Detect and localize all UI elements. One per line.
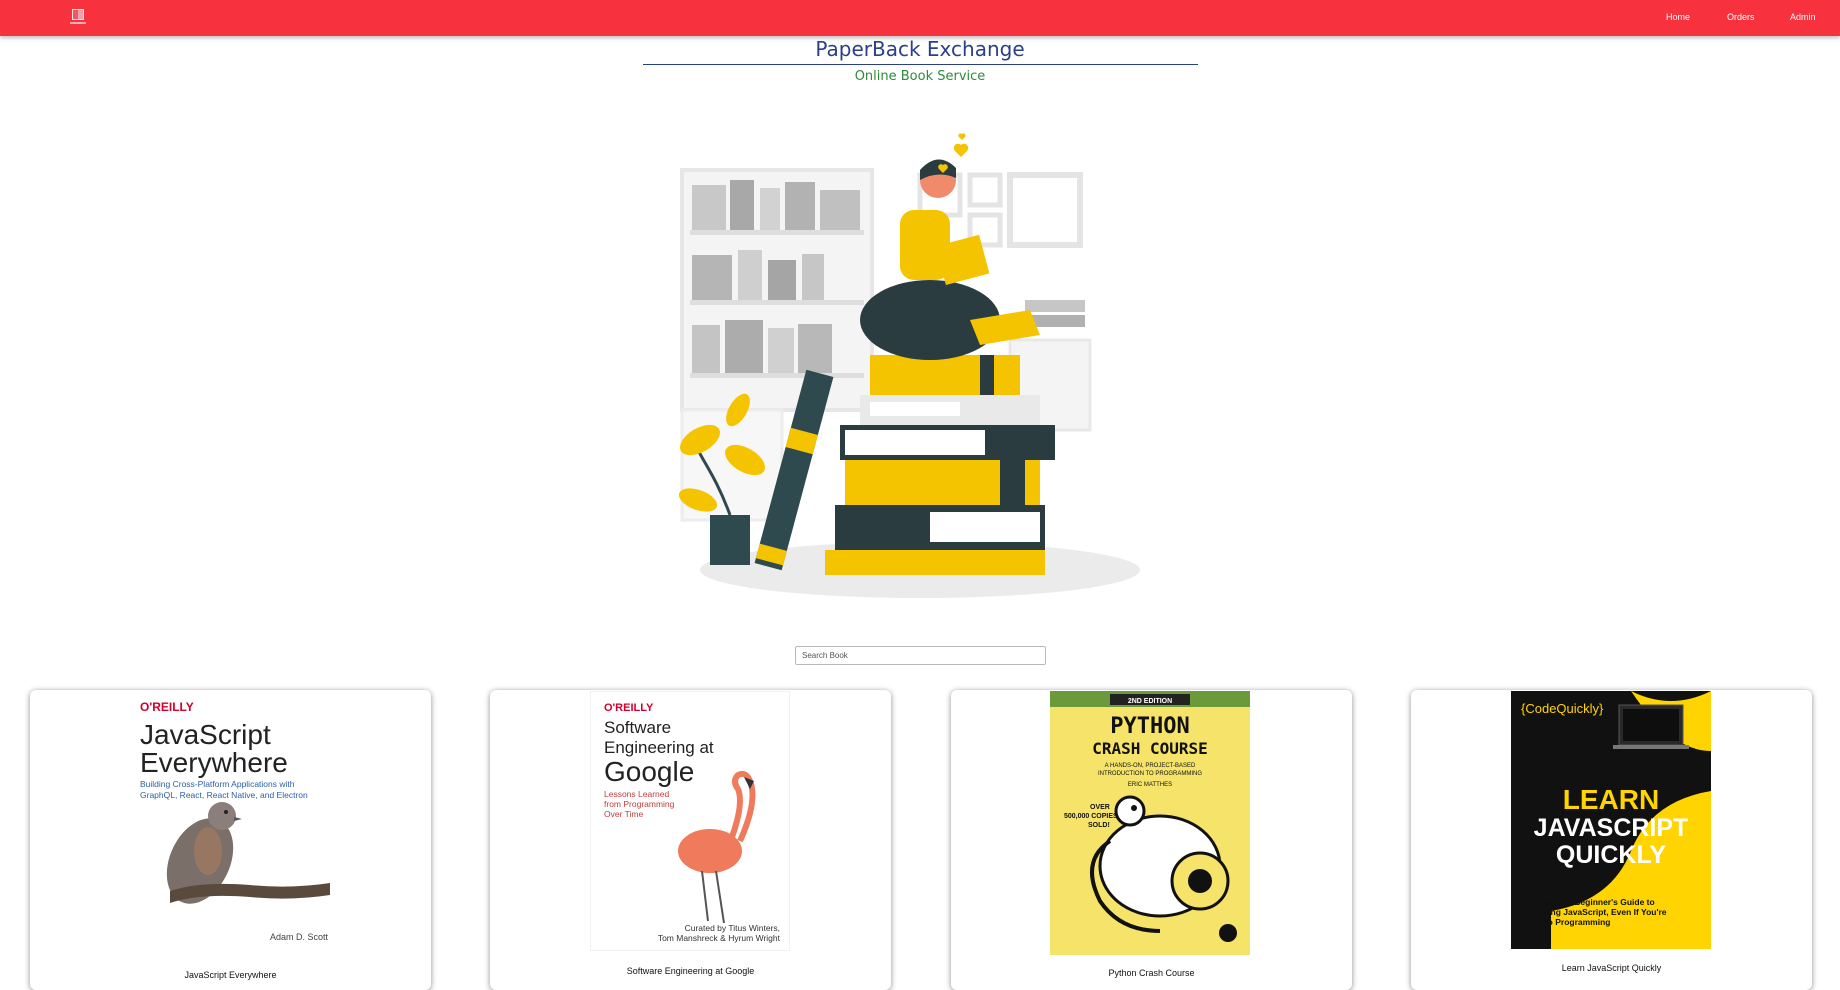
cover-tagline: Building Cross-Platform Applications wit… <box>140 779 295 789</box>
cover-author: ERIC MATTHES <box>1128 782 1172 788</box>
cover-tagline: Learning JavaScript, Even If You're <box>1525 907 1667 917</box>
book-logo-icon[interactable] <box>66 6 90 28</box>
cover-brand: {CodeQuickly} <box>1521 701 1604 716</box>
cover-title-line: JavaScript <box>140 719 271 750</box>
book-title[interactable]: JavaScript Everywhere <box>30 970 431 980</box>
book-card[interactable]: O'REILLY Software Engineering at Google … <box>490 690 891 990</box>
cover-title-line: PYTHON <box>1110 714 1189 739</box>
cover-publisher: O'REILLY <box>604 702 654 714</box>
book-card[interactable]: {CodeQuickly} LEARN JAVASCRIPT QUICKLY A… <box>1411 690 1812 990</box>
cover-author: Tom Manshreck & Hyrum Wright <box>658 933 781 943</box>
cover-tagline: from Programming <box>604 799 675 809</box>
book-cover-image[interactable]: 2ND EDITION PYTHON CRASH COURSE A HANDS-… <box>1050 691 1250 955</box>
book-cover-image[interactable]: O'REILLY JavaScript Everywhere Building … <box>130 691 330 959</box>
cover-tagline: Lessons Learned <box>604 789 669 799</box>
cover-tagline: GraphQL, React, React Native, and Electr… <box>140 790 308 800</box>
site-subtitle: Online Book Service <box>854 69 986 84</box>
book-title[interactable]: Python Crash Course <box>951 968 1352 978</box>
book-card[interactable]: 2ND EDITION PYTHON CRASH COURSE A HANDS-… <box>951 690 1352 990</box>
cover-title-line: Google <box>604 756 694 787</box>
cover-title-line: Everywhere <box>140 747 288 778</box>
book-cover-image[interactable]: O'REILLY Software Engineering at Google … <box>589 690 791 952</box>
nav-admin-link[interactable]: Admin <box>1790 12 1816 22</box>
top-navbar: Home Orders Admin <box>0 0 1840 36</box>
cover-publisher: O'REILLY <box>140 700 194 714</box>
cover-tagline: Over Time <box>604 809 643 819</box>
site-title: PaperBack Exchange <box>815 37 1025 61</box>
cover-badge: 500,000 COPIES <box>1064 813 1118 820</box>
cover-title-line: Engineering at <box>604 738 714 757</box>
cover-title-line: Software <box>604 718 671 737</box>
cover-title-line: QUICKLY <box>1556 841 1667 869</box>
cover-author: Curated by Titus Winters, <box>685 923 780 933</box>
book-cover-image[interactable]: {CodeQuickly} LEARN JAVASCRIPT QUICKLY A… <box>1511 691 1711 951</box>
cover-tagline: A Complete Beginner's Guide to <box>1525 897 1655 907</box>
book-card[interactable]: O'REILLY JavaScript Everywhere Building … <box>30 690 431 990</box>
cover-tagline: INTRODUCTION TO PROGRAMMING <box>1098 771 1202 777</box>
cover-tagline: New to Programming <box>1525 917 1610 927</box>
nav-orders-link[interactable]: Orders <box>1727 12 1755 22</box>
cover-tagline: A HANDS-ON, PROJECT-BASED <box>1105 763 1196 769</box>
cover-title-line: LEARN <box>1563 784 1659 815</box>
title-divider <box>643 64 1198 65</box>
hero-illustration <box>670 130 1170 610</box>
book-title[interactable]: Learn JavaScript Quickly <box>1411 963 1812 973</box>
cover-title-line: JAVASCRIPT <box>1534 814 1689 842</box>
cover-title-line: CRASH COURSE <box>1092 739 1208 758</box>
cover-edition: 2ND EDITION <box>1128 698 1172 705</box>
cover-badge: OVER <box>1090 804 1110 811</box>
search-book-input[interactable] <box>795 646 1046 665</box>
cover-author: Adam D. Scott <box>270 932 329 942</box>
cover-badge: SOLD! <box>1088 822 1110 829</box>
nav-home-link[interactable]: Home <box>1666 12 1690 22</box>
